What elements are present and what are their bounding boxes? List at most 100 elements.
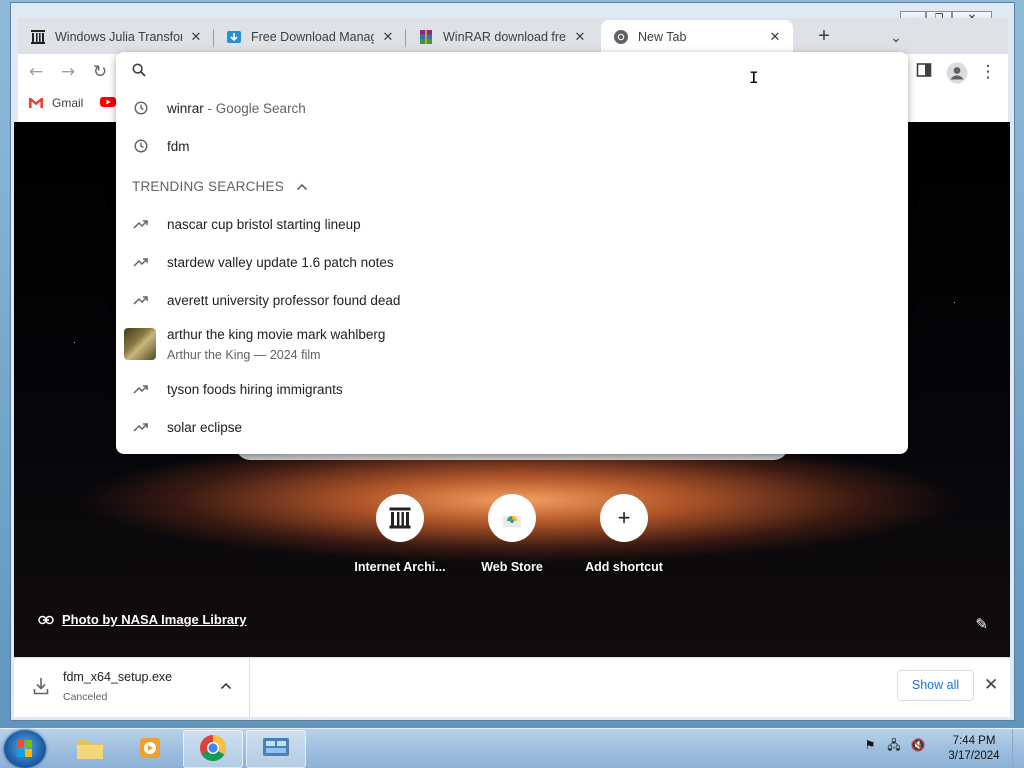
profile-avatar-icon[interactable] [946,62,968,84]
omnibox [116,52,908,90]
suggestion-history[interactable]: fdm [116,127,908,165]
tab-free-download-manager[interactable]: Free Download Manager ✕ [214,20,406,54]
tab-search-chevron-icon[interactable]: ⌄ [884,25,908,49]
new-tab-button[interactable]: + [812,25,836,49]
chrome-icon [613,29,629,45]
bookmark-youtube[interactable] [100,96,116,108]
plus-icon: + [600,494,648,542]
network-icon[interactable]: 🖧 [886,737,902,753]
download-icon [33,677,49,695]
chevron-up-icon[interactable] [296,183,308,191]
shortcut-label: Add shortcut [585,560,663,574]
star [954,302,955,303]
omnibox-dropdown: winrar - Google Search fdm TRENDING SEAR… [116,52,908,454]
movie-thumbnail [124,328,156,360]
side-panel-icon[interactable] [914,62,934,82]
system-tray: ⚑ 🖧 🔇 [862,737,926,753]
trending-item[interactable]: tyson foods hiring immigrants [116,370,908,408]
download-filename: fdm_x64_setup.exe [63,670,173,684]
reload-icon[interactable]: ↻ [90,62,110,82]
text-cursor-icon: I [749,68,759,87]
trending-searches-header[interactable]: TRENDING SEARCHES [132,179,308,194]
download-status: Canceled [63,691,108,703]
tab-windows-julia[interactable]: Windows Julia Transform ✕ [18,20,214,54]
trending-text: stardew valley update 1.6 patch notes [167,254,394,270]
trending-up-icon [132,291,150,309]
suggestion-subtext: - Google Search [203,100,306,116]
youtube-icon [100,96,116,108]
action-center-flag-icon[interactable]: ⚑ [862,737,878,753]
tab-close-icon[interactable]: ✕ [188,29,204,45]
trending-up-icon [132,215,150,233]
tab-close-icon[interactable]: ✕ [380,29,396,45]
clock[interactable]: 7:44 PM 3/17/2024 [944,734,1004,764]
trending-item[interactable]: stardew valley update 1.6 patch notes [116,243,908,281]
suggestion-history[interactable]: winrar - Google Search [116,89,908,127]
tab-strip: Windows Julia Transform ✕ Free Download … [18,18,1008,54]
trending-item[interactable]: nascar cup bristol starting lineup [116,205,908,243]
suggestion-text: winrar - Google Search [167,101,306,116]
trending-up-icon [132,418,150,436]
shortcut-internet-archive[interactable]: Internet Archi... [344,494,456,574]
trending-up-icon [132,380,150,398]
photo-credit-link[interactable]: Photo by NASA Image Library [62,612,246,627]
bookmark-label: Gmail [52,96,84,110]
pencil-icon[interactable]: ✎ [975,615,988,633]
photo-credit[interactable]: Photo by NASA Image Library [38,612,246,627]
close-icon[interactable]: ✕ [984,675,998,695]
trending-item[interactable]: averett university professor found dead [116,281,908,319]
download-item[interactable]: fdm_x64_setup.exe Canceled [14,658,250,717]
fdm-icon [226,29,242,45]
shortcut-label: Web Store [481,560,543,574]
menu-dots-icon[interactable]: ⋮ [978,62,998,82]
taskbar-control-panel[interactable] [246,730,306,768]
taskbar-chrome[interactable] [183,730,243,768]
taskbar-media-player[interactable] [120,730,180,768]
trending-subtext: Arthur the King — 2024 film [167,348,321,362]
show-all-button[interactable]: Show all [897,670,974,701]
tab-title: WinRAR download free [443,30,566,44]
omnibox-input[interactable] [164,60,884,82]
media-player-icon [136,734,164,765]
clock-date: 3/17/2024 [948,750,1000,762]
shortcut-label: Internet Archi... [354,560,446,574]
trending-text: solar eclipse [167,419,243,435]
history-icon [132,137,150,155]
link-icon [38,615,54,625]
internet-archive-icon [30,29,46,45]
web-store-icon [488,494,536,542]
clock-time: 7:44 PM [952,735,996,747]
suggestion-query: fdm [167,138,190,154]
tab-winrar[interactable]: WinRAR download free ✕ [406,20,598,54]
shortcut-web-store[interactable]: Web Store [456,494,568,574]
forward-arrow-icon[interactable]: → [58,62,78,82]
internet-archive-icon [376,494,424,542]
show-desktop-button[interactable] [1012,729,1024,768]
gmail-icon [28,97,44,109]
tab-title: Windows Julia Transform [55,30,182,44]
tab-title: New Tab [638,30,687,44]
chevron-up-icon[interactable] [220,682,232,690]
history-icon [132,99,150,117]
taskbar-explorer[interactable] [60,730,120,768]
trending-header-label: TRENDING SEARCHES [132,179,284,194]
trending-up-icon [132,253,150,271]
shortcut-add[interactable]: + Add shortcut [568,494,680,574]
back-arrow-icon[interactable]: ← [26,62,46,82]
bookmark-gmail[interactable]: Gmail [28,96,83,110]
tab-close-icon[interactable]: ✕ [572,29,588,45]
suggestion-query: winrar [167,100,204,116]
tab-new-tab[interactable]: New Tab ✕ [601,20,793,54]
star [74,342,75,343]
tab-title: Free Download Manager [251,30,374,44]
taskbar: ⚑ 🖧 🔇 7:44 PM 3/17/2024 [0,728,1024,768]
chrome-icon [198,733,228,766]
tab-close-icon[interactable]: ✕ [767,29,783,45]
download-shelf: fdm_x64_setup.exe Canceled Show all ✕ [14,657,1010,717]
volume-muted-icon[interactable]: 🔇 [910,737,926,753]
trending-text[interactable]: arthur the king movie mark wahlberg [167,327,385,342]
trending-item[interactable]: solar eclipse [116,408,908,446]
search-icon [132,63,146,80]
start-button[interactable] [4,730,46,768]
control-panel-icon [261,735,291,764]
